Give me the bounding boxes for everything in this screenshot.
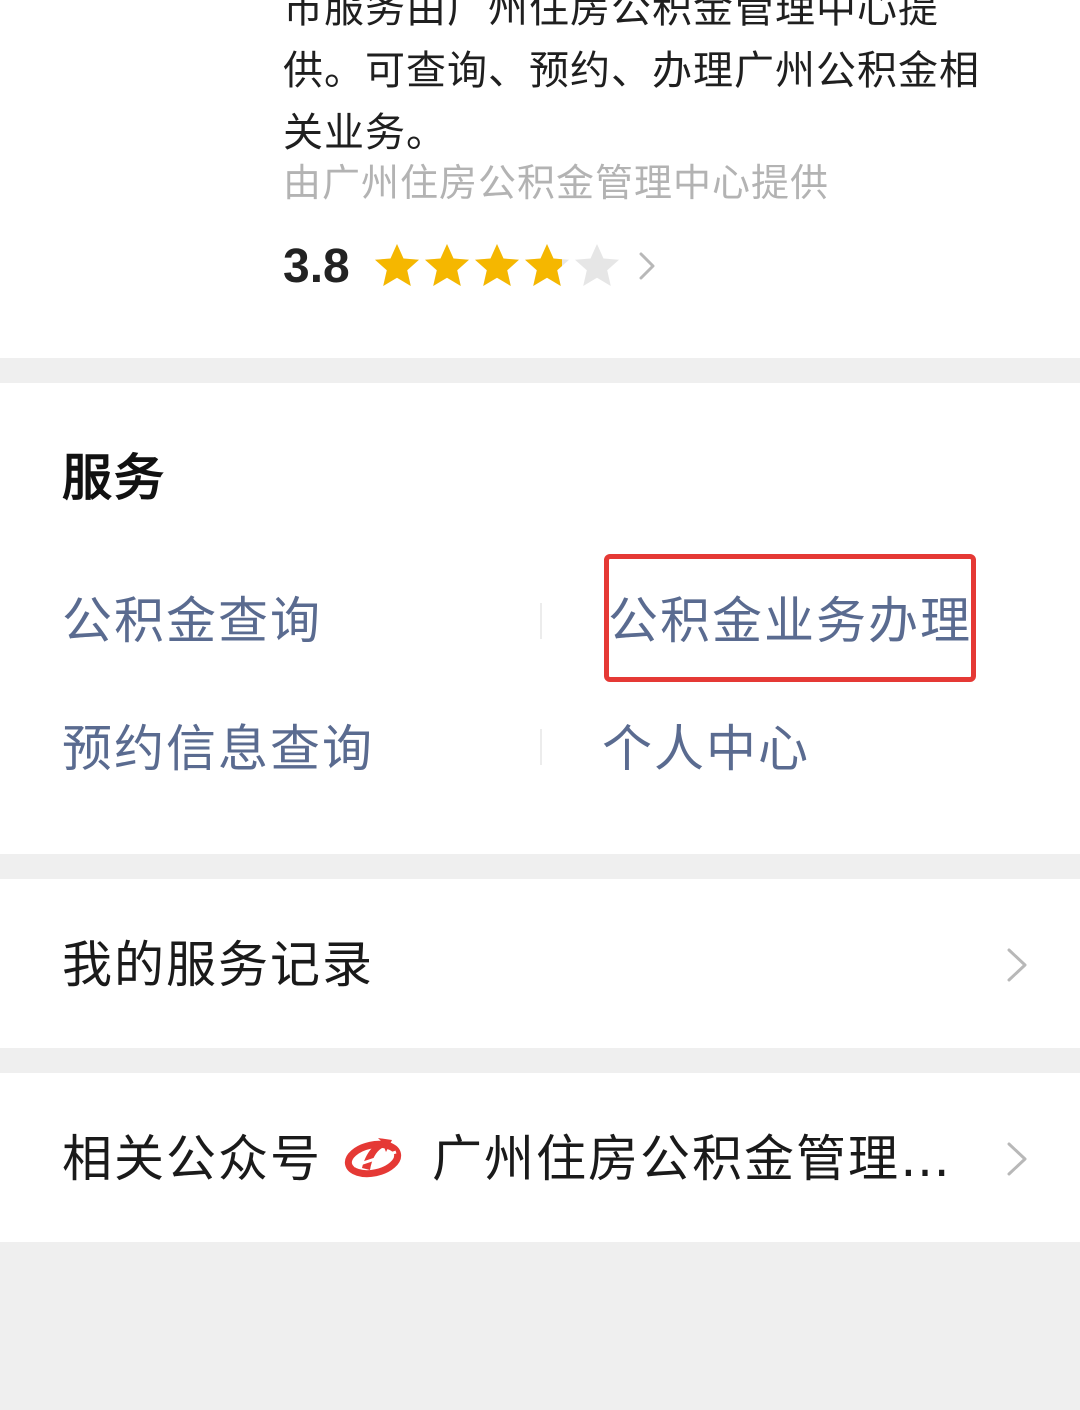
star-icon — [574, 244, 619, 286]
provider-text: 由广州住房公积金管理中心提供 — [283, 161, 830, 205]
star-icon — [374, 244, 419, 286]
service-appointment-query-link[interactable]: 预约信息查询 — [62, 717, 374, 781]
services-card: 服务 公积金查询 公积金业务办理 预约信息查询 个人中心 — [0, 383, 1080, 854]
app-description-line-2: 供。可查询、预约、办理广州公积金相 — [283, 48, 980, 94]
service-fund-business-link[interactable]: 公积金业务办理 — [608, 589, 972, 653]
service-personal-center-link[interactable]: 个人中心 — [602, 717, 810, 781]
service-records-label: 我的服务记录 — [62, 936, 374, 994]
app-description: 市服务由广州住房公积金管理中心提 供。可查询、预约、办理广州公积金相 关业务。 — [283, 0, 1023, 164]
app-info-card: 市服务由广州住房公积金管理中心提 供。可查询、预约、办理广州公积金相 关业务。 … — [0, 0, 1080, 358]
official-account-name: 广州住房公积金管理… — [432, 1130, 952, 1188]
app-description-line-1: 市服务由广州住房公积金管理中心提 — [283, 0, 939, 32]
chevron-right-icon — [639, 252, 655, 280]
rating-row[interactable]: 3.8 — [283, 236, 658, 296]
official-account-label: 相关公众号 — [62, 1130, 322, 1188]
star-icon — [524, 244, 569, 286]
column-divider — [540, 729, 542, 765]
column-divider — [540, 603, 542, 639]
chevron-right-icon — [1007, 1142, 1027, 1176]
official-account-row[interactable]: 相关公众号 广州住房公积金管理… — [0, 1073, 1080, 1242]
chevron-right-icon — [1007, 948, 1027, 982]
star-icon — [474, 244, 519, 286]
service-fund-query-link[interactable]: 公积金查询 — [62, 589, 322, 653]
star-icon — [424, 244, 469, 286]
service-records-row[interactable]: 我的服务记录 — [0, 879, 1080, 1048]
section-title: 服务 — [62, 449, 166, 507]
rating-stars — [372, 241, 622, 291]
housing-fund-logo-icon — [344, 1138, 402, 1178]
rating-score: 3.8 — [283, 239, 350, 293]
